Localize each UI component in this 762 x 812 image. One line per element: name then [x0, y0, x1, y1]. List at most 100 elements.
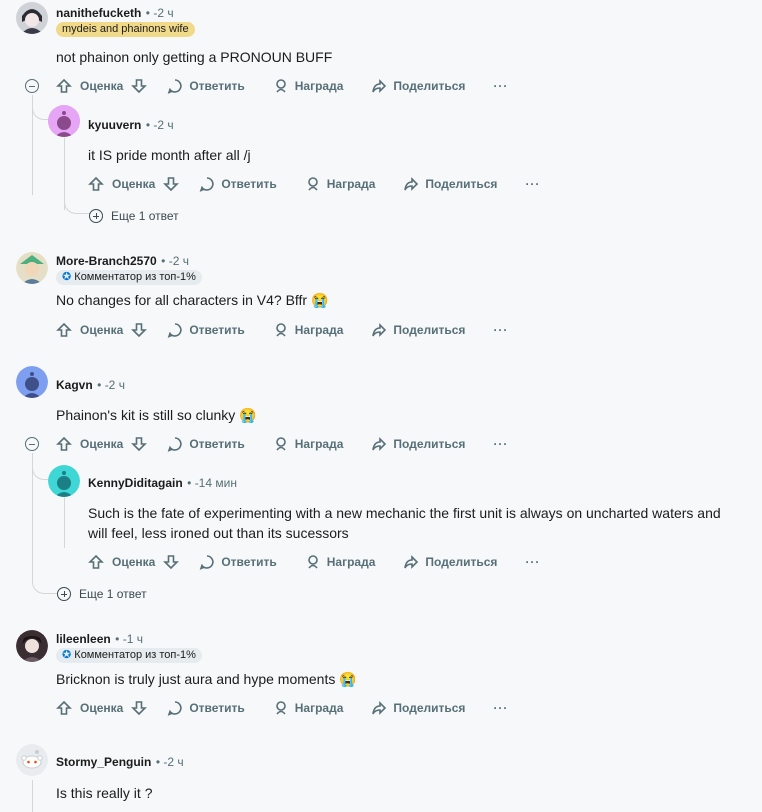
username[interactable]: KennyDiditagain — [88, 476, 183, 490]
comment-header: lileenleen • -1 ч — [56, 632, 143, 646]
downvote-icon — [131, 437, 148, 452]
timestamp[interactable]: -1 ч — [123, 632, 143, 646]
avatar[interactable] — [48, 465, 80, 497]
upvote-button[interactable] — [56, 78, 72, 94]
award-icon — [307, 177, 318, 191]
reply-button[interactable]: Ответить — [167, 700, 272, 716]
comment-text: not phainon only getting a PRONOUN BUFF — [56, 49, 333, 65]
award-icon — [275, 79, 286, 93]
comment-text: Such is the fate of experimenting with a… — [88, 505, 721, 541]
action-bar: Оценка Ответить Награда Поделиться ··· — [56, 434, 508, 454]
username[interactable]: kyuuvern — [88, 118, 141, 132]
comment-text: Is this really it ? — [56, 785, 153, 801]
share-button[interactable]: Поделиться — [403, 554, 525, 570]
award-icon — [275, 323, 286, 337]
downvote-button[interactable] — [131, 78, 148, 94]
more-options-button[interactable]: ··· — [525, 177, 540, 191]
username[interactable]: Kagvn — [56, 378, 93, 392]
top-commenter-icon: ✪ — [62, 271, 75, 283]
upvote-button[interactable] — [56, 322, 72, 338]
award-button[interactable]: Награда — [305, 176, 404, 192]
upvote-button[interactable] — [56, 700, 72, 716]
reply-button[interactable]: Ответить — [199, 176, 304, 192]
thread-connector — [32, 456, 50, 480]
reply-button[interactable]: Ответить — [167, 78, 272, 94]
downvote-button[interactable] — [131, 322, 148, 338]
timestamp[interactable]: -2 ч — [163, 755, 183, 769]
upvote-icon — [56, 78, 72, 93]
avatar[interactable] — [16, 252, 48, 284]
comment-text: Phainon's kit is still so clunky 😭 — [56, 407, 257, 423]
comment-icon — [168, 701, 182, 716]
share-icon — [404, 555, 419, 569]
vote-label: Оценка — [80, 323, 124, 337]
comment-text: No changes for all characters in V4? Bff… — [56, 292, 329, 308]
award-icon — [275, 437, 286, 451]
more-replies-button[interactable]: Еще 1 ответ — [57, 587, 147, 601]
share-button[interactable]: Поделиться — [371, 322, 493, 338]
more-options-button[interactable]: ··· — [525, 555, 540, 569]
vote-label: Оценка — [112, 177, 156, 191]
reply-button[interactable]: Ответить — [167, 436, 272, 452]
vote-label: Оценка — [80, 701, 124, 715]
thread-line — [64, 498, 65, 548]
collapse-thread-button[interactable] — [25, 437, 39, 451]
reply-button[interactable]: Ответить — [167, 322, 272, 338]
upvote-icon — [56, 700, 72, 715]
timestamp[interactable]: -14 мин — [195, 476, 237, 490]
user-flair: ✪ Комментатор из топ-1% — [56, 270, 202, 285]
downvote-button[interactable] — [163, 176, 180, 192]
more-options-button[interactable]: ··· — [493, 701, 508, 715]
downvote-button[interactable] — [131, 436, 148, 452]
share-icon — [372, 437, 387, 451]
comment-header: Stormy_Penguin • -2 ч — [56, 755, 184, 769]
avatar[interactable] — [16, 2, 48, 34]
share-button[interactable]: Поделиться — [371, 700, 493, 716]
upvote-icon — [88, 554, 104, 569]
timestamp[interactable]: -2 ч — [153, 6, 173, 20]
more-replies-button[interactable]: Еще 1 ответ — [89, 209, 179, 223]
comment-icon — [200, 177, 214, 192]
avatar[interactable] — [16, 630, 48, 662]
avatar[interactable] — [48, 105, 80, 137]
share-icon — [372, 79, 387, 93]
upvote-button[interactable] — [88, 176, 104, 192]
avatar[interactable] — [16, 744, 48, 776]
downvote-button[interactable] — [163, 554, 180, 570]
timestamp[interactable]: -2 ч — [153, 118, 173, 132]
award-button[interactable]: Награда — [305, 554, 404, 570]
username[interactable]: More-Branch2570 — [56, 254, 157, 268]
user-flair: mydeis and phainons wife — [56, 22, 195, 37]
comment-text: it IS pride month after all /j — [88, 147, 251, 163]
upvote-button[interactable] — [88, 554, 104, 570]
upvote-button[interactable] — [56, 436, 72, 452]
upvote-icon — [56, 436, 72, 451]
share-icon — [372, 701, 387, 715]
share-button[interactable]: Поделиться — [371, 78, 493, 94]
thread-connector — [64, 196, 90, 214]
downvote-button[interactable] — [131, 700, 148, 716]
more-options-button[interactable]: ··· — [493, 79, 508, 93]
username[interactable]: nanithefucketh — [56, 6, 141, 20]
reply-button[interactable]: Ответить — [199, 554, 304, 570]
collapse-thread-button[interactable] — [25, 79, 39, 93]
award-button[interactable]: Награда — [273, 436, 372, 452]
award-button[interactable]: Награда — [273, 78, 372, 94]
more-options-button[interactable]: ··· — [493, 323, 508, 337]
downvote-icon — [163, 177, 180, 192]
username[interactable]: Stormy_Penguin — [56, 755, 151, 769]
avatar[interactable] — [16, 366, 48, 398]
upvote-icon — [56, 322, 72, 337]
username[interactable]: lileenleen — [56, 632, 111, 646]
share-button[interactable]: Поделиться — [403, 176, 525, 192]
action-bar: Оценка Ответить Награда Поделиться ··· — [88, 174, 540, 194]
comment-header: KennyDiditagain • -14 мин — [88, 476, 237, 490]
share-button[interactable]: Поделиться — [371, 436, 493, 452]
top-commenter-icon: ✪ — [62, 649, 75, 661]
award-button[interactable]: Награда — [273, 322, 372, 338]
more-options-button[interactable]: ··· — [493, 437, 508, 451]
timestamp[interactable]: -2 ч — [169, 254, 189, 268]
award-button[interactable]: Награда — [273, 700, 372, 716]
timestamp[interactable]: -2 ч — [105, 378, 125, 392]
comment-header: kyuuvern • -2 ч — [88, 118, 174, 132]
